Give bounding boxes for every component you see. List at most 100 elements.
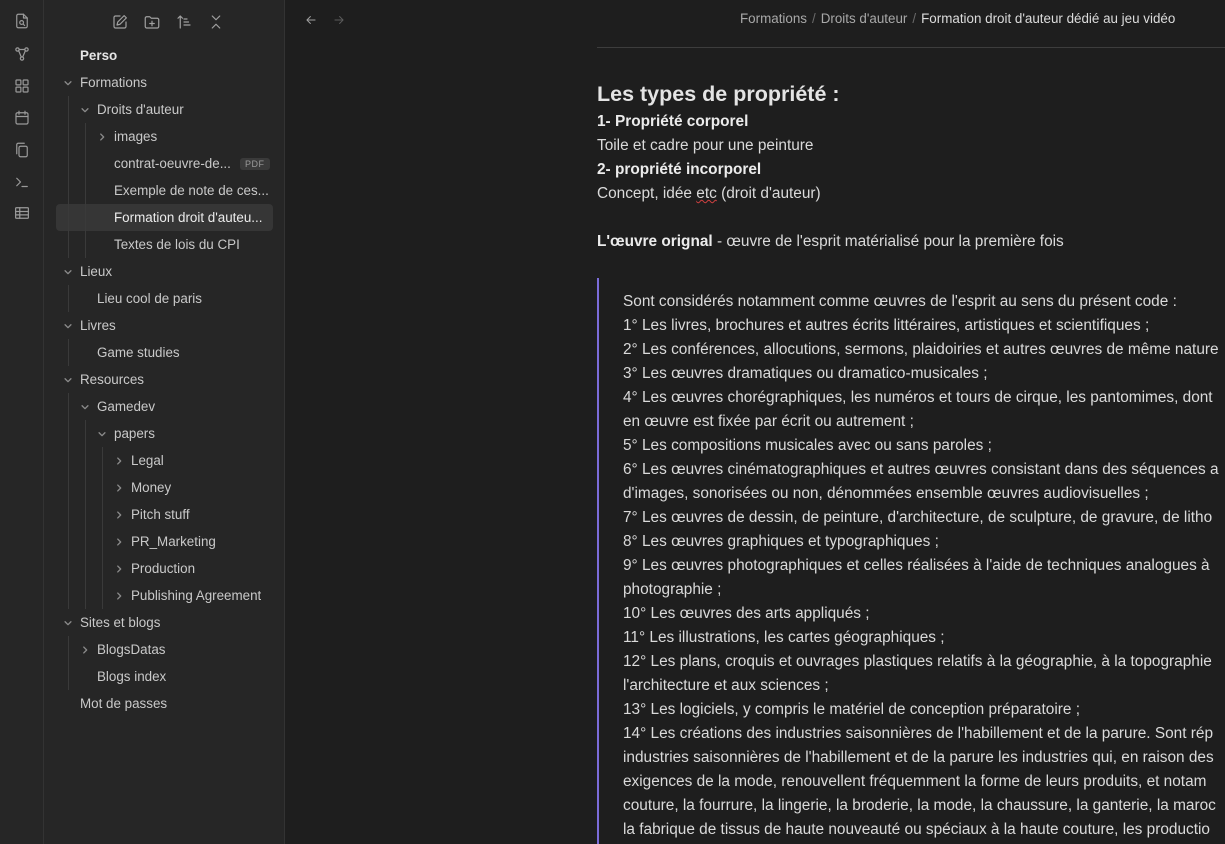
tree-folder-production[interactable]: Production — [44, 555, 284, 582]
left-ribbon — [0, 0, 44, 844]
table-icon[interactable] — [12, 203, 32, 223]
chevron-down-icon[interactable] — [79, 401, 91, 413]
indent-guide — [68, 123, 69, 150]
chevron-right-icon[interactable] — [113, 482, 125, 494]
quote-line: 3° Les œuvres dramatiques ou dramatico-m… — [623, 365, 988, 382]
tree-folder-legal[interactable]: Legal — [44, 447, 284, 474]
quote-line: 5° Les compositions musicales avec ou sa… — [623, 437, 992, 454]
chevron-right-icon[interactable] — [113, 563, 125, 575]
tree-folder-lieux[interactable]: Lieux — [44, 258, 284, 285]
indent-guide — [68, 501, 69, 528]
file-search-icon[interactable] — [12, 11, 32, 31]
tree-item-label: Livres — [80, 318, 116, 333]
breadcrumb-item-droits-dauteur[interactable]: Droits d'auteur — [821, 11, 908, 26]
chevron-right-icon[interactable] — [113, 536, 125, 548]
tree-folder-blogsdatas[interactable]: BlogsDatas — [44, 636, 284, 663]
tree-item-label: contrat-oeuvre-de... — [114, 156, 231, 171]
tree-folder-gamedev[interactable]: Gamedev — [44, 393, 284, 420]
chevron-down-icon[interactable] — [62, 77, 74, 89]
breadcrumb: Formations / Droits d'auteur / Formation dro… — [740, 11, 1175, 26]
tree-file-mot-de-passes[interactable]: Mot de passes — [44, 690, 284, 717]
chevron-down-icon[interactable] — [96, 428, 108, 440]
chevron-down-icon[interactable] — [62, 374, 74, 386]
tree-item-label: Mot de passes — [80, 696, 168, 711]
text-concept: Concept, idée — [597, 185, 697, 202]
quote-line: 8° Les œuvres graphiques et typographiqu… — [623, 533, 939, 550]
tree-item-label: Pitch stuff — [131, 507, 190, 522]
misspelled-word[interactable]: etc — [696, 185, 717, 202]
indent-guide — [68, 393, 69, 420]
quote-line: 10° Les œuvres des arts appliqués ; — [623, 605, 870, 622]
indent-guide — [102, 501, 103, 528]
quote-line: Sont considérés notamment comme œuvres d… — [623, 293, 1177, 310]
tree-item-label: Lieu cool de paris — [97, 291, 202, 306]
bold-propriete-corporel: 1- Propriété corporel — [597, 113, 749, 130]
indent-guide — [68, 285, 69, 312]
tree-folder-images[interactable]: images — [44, 123, 284, 150]
tree-item-label: Legal — [131, 453, 164, 468]
indent-guide — [85, 501, 86, 528]
tree-item-label: Game studies — [97, 345, 180, 360]
paragraph-propriete-corporel: 1- Propriété corporel — [597, 110, 1225, 134]
tree-item-label: Formation droit d'auteu... — [114, 210, 263, 225]
new-folder-icon[interactable] — [136, 10, 168, 34]
quote-line: 7° Les œuvres de dessin, de peinture, d'… — [623, 509, 1213, 526]
collapse-icon[interactable] — [200, 10, 232, 34]
indent-guide — [85, 474, 86, 501]
tree-file-textes-de-lois-du-cpi[interactable]: Textes de lois du CPI — [44, 231, 284, 258]
tree-folder-pr-marketing[interactable]: PR_Marketing — [44, 528, 284, 555]
tree-folder-pitch-stuff[interactable]: Pitch stuff — [44, 501, 284, 528]
tree-folder-money[interactable]: Money — [44, 474, 284, 501]
indent-guide — [102, 447, 103, 474]
indent-guide — [68, 339, 69, 366]
vault-name[interactable]: Perso — [44, 42, 284, 69]
new-note-icon[interactable] — [104, 10, 136, 34]
text-droit-dauteur: (droit d'auteur) — [716, 185, 821, 202]
chevron-down-icon[interactable] — [62, 320, 74, 332]
forward-arrow-icon[interactable] — [330, 11, 348, 29]
tree-folder-resources[interactable]: Resources — [44, 366, 284, 393]
chevron-right-icon[interactable] — [113, 590, 125, 602]
tree-folder-livres[interactable]: Livres — [44, 312, 284, 339]
sort-icon[interactable] — [168, 10, 200, 34]
graph-icon[interactable] — [12, 44, 32, 64]
chevron-right-icon[interactable] — [96, 131, 108, 143]
indent-guide — [102, 555, 103, 582]
chevron-down-icon[interactable] — [79, 104, 91, 116]
tree-item-label: Droits d'auteur — [97, 102, 184, 117]
tree-item-label: PR_Marketing — [131, 534, 216, 549]
terminal-icon[interactable] — [12, 172, 32, 192]
tree-item-label: Lieux — [80, 264, 113, 279]
chevron-right-icon[interactable] — [79, 644, 91, 656]
tree-file-formation-droit-d-auteu[interactable]: Formation droit d'auteu... — [56, 204, 273, 231]
file-tree: Perso Formations Droits d'auteur images con… — [44, 42, 284, 717]
indent-guide — [68, 96, 69, 123]
grid-icon[interactable] — [12, 76, 32, 96]
indent-guide — [85, 231, 86, 258]
tree-file-game-studies[interactable]: Game studies — [44, 339, 284, 366]
chevron-right-icon[interactable] — [113, 455, 125, 467]
tree-folder-papers[interactable]: papers — [44, 420, 284, 447]
tree-folder-publishing-agreement[interactable]: Publishing Agreement — [44, 582, 284, 609]
tree-folder-droits-d-auteur[interactable]: Droits d'auteur — [44, 96, 284, 123]
file-type-badge: PDF — [240, 157, 270, 170]
tree-file-blogs-index[interactable]: Blogs index — [44, 663, 284, 690]
chevron-down-icon[interactable] — [62, 617, 74, 629]
tree-file-contrat-oeuvre-de[interactable]: contrat-oeuvre-de... PDF — [44, 150, 284, 177]
back-arrow-icon[interactable] — [302, 11, 320, 29]
chevron-down-icon[interactable] — [62, 266, 74, 278]
breadcrumb-item-formations[interactable]: Formations — [740, 11, 807, 26]
tree-item-label: Publishing Agreement — [131, 588, 262, 603]
tree-file-exemple-de-note-de-ces[interactable]: Exemple de note de ces... — [44, 177, 284, 204]
tree-file-lieu-cool-de-paris[interactable]: Lieu cool de paris — [44, 285, 284, 312]
tree-folder-formations[interactable]: Formations — [44, 69, 284, 96]
calendar-icon[interactable] — [12, 108, 32, 128]
breadcrumb-current-note[interactable]: Formation droit d'auteur dédié au jeu vi… — [921, 11, 1175, 26]
tree-item-label: Textes de lois du CPI — [114, 237, 240, 252]
tree-folder-sites-et-blogs[interactable]: Sites et blogs — [44, 609, 284, 636]
copy-icon[interactable] — [12, 140, 32, 160]
note-content[interactable]: Les types de propriété : 1- Propriété co… — [597, 78, 1225, 844]
chevron-right-icon[interactable] — [113, 509, 125, 521]
